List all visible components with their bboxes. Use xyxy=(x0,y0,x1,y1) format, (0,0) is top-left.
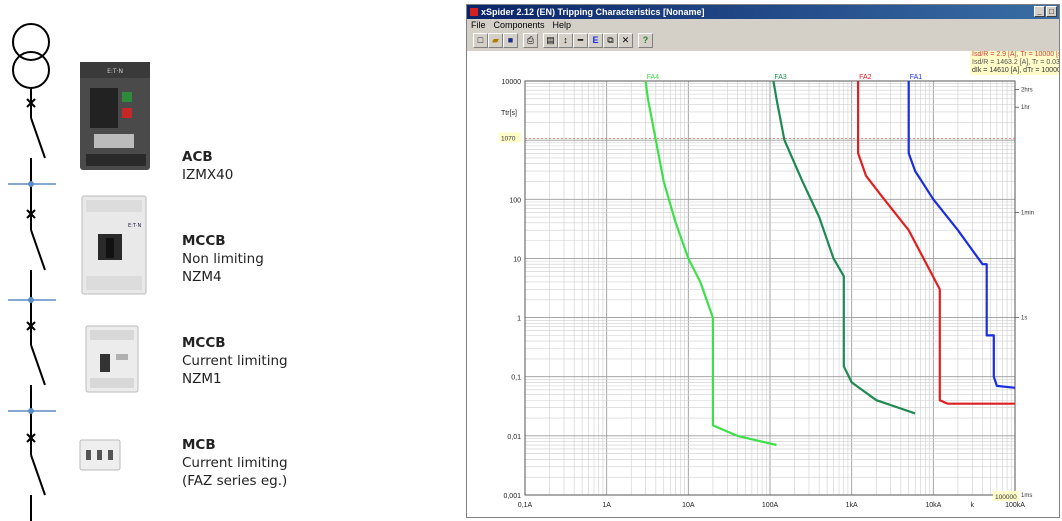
device-type: MCB xyxy=(182,437,216,453)
y-tick-label: 0,01 xyxy=(507,434,521,441)
minimize-button[interactable]: _ xyxy=(1034,6,1045,17)
help-icon[interactable]: ? xyxy=(638,33,653,48)
x-tick-label: 1kA xyxy=(846,502,858,509)
copy-icon[interactable]: ⧉ xyxy=(603,33,618,48)
app-icon xyxy=(470,8,478,16)
x-tick-label: k xyxy=(971,502,975,509)
transformer-secondary-winding xyxy=(12,51,50,89)
y-tick-label: 1 xyxy=(517,316,521,323)
device-type: MCCB xyxy=(182,233,226,249)
busbar-junction xyxy=(28,408,34,414)
right-time-label: 1hr xyxy=(1021,105,1030,111)
delete-icon[interactable]: ✕ xyxy=(618,33,633,48)
device-label-mccb-nzm1: MCCB Current limiting NZM1 xyxy=(182,334,288,388)
breaker-contact-1 xyxy=(30,117,46,159)
edit-icon[interactable]: E xyxy=(588,33,603,48)
x-tick-label: 10kA xyxy=(925,502,941,509)
curve-fa4 xyxy=(644,80,777,447)
cursor-readout: Isd/R = 2.9 [A], Tr = 10000 [s] Isd/R = … xyxy=(970,51,1060,75)
menu-components[interactable]: Components xyxy=(494,20,545,30)
right-time-label: 1min xyxy=(1021,210,1034,216)
y-tick-label: 10 xyxy=(513,256,521,263)
curve-fa2 xyxy=(857,81,1015,405)
open-icon[interactable]: ▰ xyxy=(488,33,503,48)
mcb-faz-photo-icon xyxy=(79,439,121,471)
series-label-fa2: FA2 xyxy=(859,74,872,81)
readout-line: dIk = 14610 [A], dTr = 10000 [ xyxy=(972,67,1060,74)
cursor-time-label: 1070 xyxy=(501,135,516,142)
busbar-junction xyxy=(28,181,34,187)
transformer-primary-winding xyxy=(12,23,50,61)
device-label-mcb: MCB Current limiting (FAZ series eg.) xyxy=(182,436,288,490)
menu-file[interactable]: File xyxy=(471,20,486,30)
breaker-contact-2 xyxy=(30,229,46,271)
save-icon[interactable]: ■ xyxy=(503,33,518,48)
y-axis-label: Ttr[s] xyxy=(501,110,517,117)
x-tick-label: 100A xyxy=(762,502,779,509)
x-tick-label: 10A xyxy=(682,502,695,509)
mccb-nzm1-photo-icon xyxy=(85,325,139,393)
curve-fa1 xyxy=(907,81,1016,389)
preview-icon[interactable]: ▤ xyxy=(543,33,558,48)
window-title: xSpider 2.12 (EN) Tripping Characteristi… xyxy=(481,7,705,17)
plot-canvas[interactable]: 10000 100 10 1 0,1 0,01 0,001 0,1A 1A 10A 100A 1kA 1… xyxy=(467,51,1060,518)
cursor-icon[interactable]: ↕ xyxy=(558,33,573,48)
x-tick-label: 1A xyxy=(602,502,611,509)
device-label-acb: ACB IZMX40 xyxy=(182,148,233,184)
device-label-mccb-nzm4: MCCB Non limiting NZM4 xyxy=(182,232,264,286)
line-icon[interactable]: ━ xyxy=(573,33,588,48)
series-label-fa1: FA1 xyxy=(910,74,923,81)
xspider-window: xSpider 2.12 (EN) Tripping Characteristi… xyxy=(466,4,1060,518)
y-tick-label: 0,1 xyxy=(511,375,521,382)
tripping-characteristics-plot[interactable]: 10000 100 10 1 0,1 0,01 0,001 0,1A 1A 10A 100A 1kA 1… xyxy=(467,51,1060,518)
device-line: (FAZ series eg.) xyxy=(182,473,288,489)
right-time-label: 2hrs xyxy=(1021,87,1033,93)
device-line: Non limiting xyxy=(182,251,264,267)
toolbar: □ ▰ ■ ⎙ ▤ ↕ ━ E ⧉ ✕ ? xyxy=(467,32,1059,50)
print-icon[interactable]: ⎙ xyxy=(523,33,538,48)
device-line: IZMX40 xyxy=(182,167,234,183)
x-tick-label: 100kA xyxy=(1005,502,1025,509)
y-tick-label: 0,001 xyxy=(503,493,521,500)
cursor-current-label: 100000 xyxy=(995,494,1017,501)
series-label-fa3: FA3 xyxy=(774,74,787,81)
readout-line: Isd/R = 2.9 [A], Tr = 10000 [s] xyxy=(972,51,1060,58)
y-tick-label: 10000 xyxy=(502,79,522,86)
series-label-fa4: FA4 xyxy=(647,74,660,81)
readout-line: Isd/R = 1463.2 [A], Tr = 0.035 [ xyxy=(972,59,1060,66)
right-time-label: 1ms xyxy=(1021,493,1032,499)
mccb-brand-label: E:T·N xyxy=(128,223,141,229)
menu-help[interactable]: Help xyxy=(553,20,572,30)
breaker-contact-3 xyxy=(30,344,46,386)
title-bar[interactable]: xSpider 2.12 (EN) Tripping Characteristi… xyxy=(467,5,1059,19)
acb-breaker-photo-icon: E:T·N xyxy=(80,62,150,170)
right-time-label: 1s xyxy=(1021,316,1027,322)
device-type: MCCB xyxy=(182,335,226,351)
menu-bar: File Components Help xyxy=(467,19,1059,31)
mccb-nzm4-photo-icon: E:T·N xyxy=(81,195,147,295)
device-line: Current limiting xyxy=(182,353,288,369)
busbar-junction xyxy=(28,297,34,303)
device-type: ACB xyxy=(182,149,213,165)
maximize-button[interactable]: □ xyxy=(1046,6,1057,17)
breaker-contact-4 xyxy=(30,454,46,496)
x-tick-label: 0,1A xyxy=(518,502,533,509)
acb-brand-label: E:T·N xyxy=(107,68,123,75)
y-tick-label: 100 xyxy=(509,197,521,204)
device-line: Current limiting xyxy=(182,455,288,471)
device-line: NZM4 xyxy=(182,269,222,285)
new-icon[interactable]: □ xyxy=(473,33,488,48)
device-line: NZM1 xyxy=(182,371,222,387)
